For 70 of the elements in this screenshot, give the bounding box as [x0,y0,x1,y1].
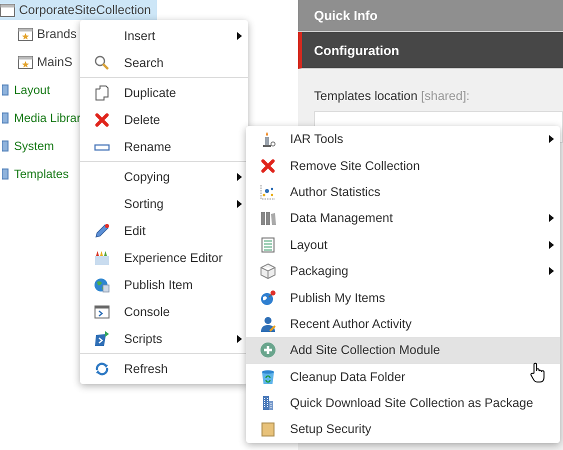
site-icon [0,4,15,16]
menu-item[interactable]: Rename [80,133,248,160]
submenu-arrow-icon [549,267,554,276]
tree-item[interactable]: System [14,139,54,153]
pencil-icon [94,222,110,238]
layout-icon [260,236,276,253]
building-icon [260,395,276,412]
delete-icon [260,158,276,174]
tree-item[interactable]: Media Librar [14,111,81,125]
refresh-icon [94,360,110,376]
submenu-arrow-icon [237,32,242,40]
crayons-icon [94,250,110,266]
submenu-arrow-icon [549,135,554,144]
add-icon [260,342,276,358]
menu-item[interactable]: Refresh [80,355,248,382]
console-icon [94,304,110,320]
menu-item[interactable]: Remove Site Collection [246,152,560,179]
folder-icon [2,112,10,124]
menu-item[interactable]: Publish Item [80,271,248,298]
menu-item[interactable]: Search [80,49,248,76]
menu-item[interactable]: Data Management [246,205,560,232]
menu-item[interactable]: Cleanup Data Folder [246,364,560,390]
menu-item[interactable]: Sorting [80,190,248,217]
candle-icon [260,131,276,148]
folder-icon [2,140,10,152]
menu-item[interactable]: Setup Security [246,416,560,443]
menu-item[interactable]: Duplicate [80,79,248,106]
submenu-arrow-icon [549,214,554,222]
tree-item[interactable]: Layout [14,83,50,97]
folder-icon [2,84,10,96]
script-icon [94,330,110,346]
menu-item[interactable]: Quick Download Site Collection as Package [246,390,560,416]
tree-item[interactable]: Templates [14,167,69,181]
section-header[interactable]: Configuration [298,32,563,69]
tree-item[interactable]: Brands [37,27,77,41]
menu-item[interactable]: Publish My Items [246,284,560,311]
menu-item[interactable]: Console [80,298,248,325]
user-icon [260,316,276,332]
submenu-arrow-icon [237,200,242,208]
site-icon [18,28,33,40]
menu-item[interactable]: Experience Editor [80,244,248,271]
folder-icon [2,168,10,180]
menu-item[interactable]: Delete [80,106,248,133]
field-label: Templates location [shared]: [314,89,471,103]
globe-icon [260,290,276,306]
menu-item[interactable]: Author Statistics [246,178,560,206]
submenu-arrow-icon [237,172,242,180]
globe-icon [94,276,110,292]
binders-icon [260,210,276,226]
menu-item[interactable]: Copying [80,163,248,190]
search-icon [94,54,110,70]
menu-item[interactable]: Packaging [246,258,560,284]
copy-icon [94,84,110,100]
bin-icon [260,368,276,385]
menu-item[interactable]: Scripts [80,325,248,352]
menu-item[interactable]: Edit [80,217,248,244]
tree-item[interactable]: MainS [37,55,72,69]
menu-item[interactable]: IAR Tools [246,126,560,152]
package-icon [260,263,276,280]
submenu-arrow-icon [237,334,242,342]
menu-item[interactable]: Add Site Collection Module [246,337,560,364]
menu-item[interactable]: Layout [246,232,560,258]
submenu-arrow-icon [549,240,554,249]
hand-cursor-icon [530,362,546,384]
menu-item[interactable]: Insert [80,22,248,49]
delete-icon [94,112,110,128]
menu-item[interactable]: Recent Author Activity [246,310,560,338]
site-icon [18,56,33,68]
chart-icon [260,184,276,200]
folder-icon [260,421,276,438]
